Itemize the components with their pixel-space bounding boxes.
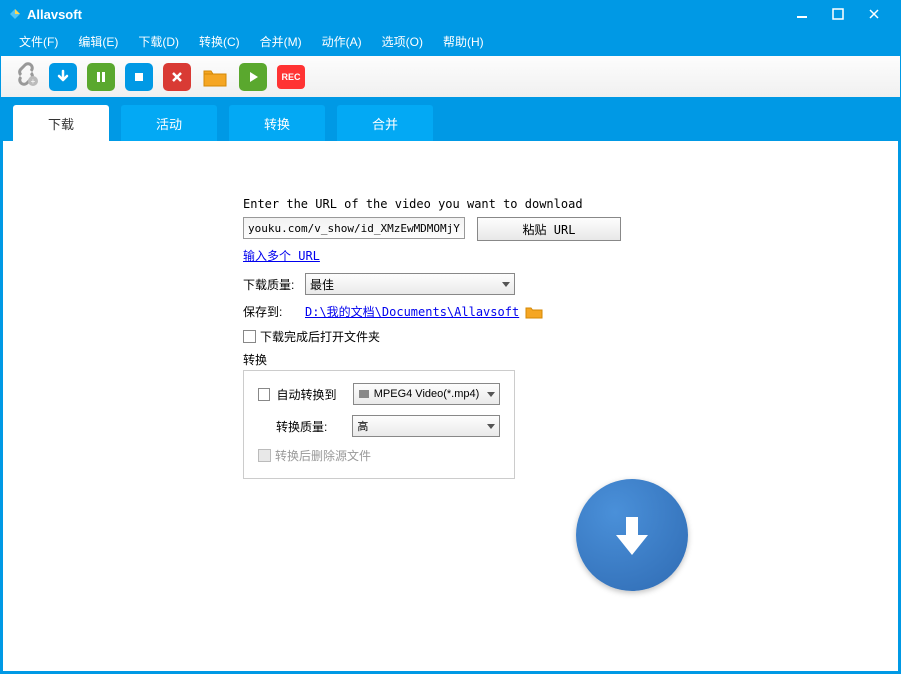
link-icon[interactable]: + [13,61,39,92]
toolbar: + REC [1,55,900,99]
paste-url-button[interactable]: 粘贴 URL [477,217,621,241]
menu-edit[interactable]: 编辑(E) [68,33,128,50]
big-download-button[interactable] [576,479,688,591]
convert-quality-label: 转换质量: [276,418,352,435]
download-arrow-icon [604,507,660,563]
url-prompt: Enter the URL of the video you want to d… [243,197,783,211]
auto-convert-label: 自动转换到 [276,386,352,403]
tab-merge[interactable]: 合并 [337,105,433,141]
chevron-down-icon [502,282,510,287]
video-file-icon [358,389,370,399]
delete-source-label: 转换后删除源文件 [275,447,371,464]
convert-quality-select[interactable]: 高 [352,415,500,437]
content-area: Enter the URL of the video you want to d… [1,141,900,673]
chevron-down-icon [487,424,495,429]
menu-help[interactable]: 帮助(H) [433,33,494,50]
menu-download[interactable]: 下载(D) [128,33,189,50]
menu-convert[interactable]: 转换(C) [189,33,250,50]
convert-quality-value: 高 [357,418,368,434]
svg-text:+: + [31,77,36,86]
delete-icon[interactable] [163,63,191,91]
menu-action[interactable]: 动作(A) [312,33,372,50]
delete-source-checkbox [258,449,271,462]
maximize-button[interactable] [820,1,856,27]
convert-group-label: 转换 [243,351,783,368]
tab-download[interactable]: 下载 [13,105,109,141]
auto-convert-checkbox[interactable] [258,388,270,401]
quality-label: 下载质量: [243,276,305,293]
menu-file[interactable]: 文件(F) [9,33,68,50]
multi-url-link[interactable]: 输入多个 URL [243,249,320,263]
quality-select[interactable]: 最佳 [305,273,515,295]
folder-icon[interactable] [201,63,229,91]
chevron-down-icon [487,392,495,397]
pause-icon[interactable] [87,63,115,91]
tabbar: 下载 活动 转换 合并 [1,99,900,141]
save-to-label: 保存到: [243,303,305,320]
save-to-path[interactable]: D:\我的文档\Documents\Allavsoft [305,303,519,320]
browse-folder-icon[interactable] [525,305,543,319]
menu-options[interactable]: 选项(O) [372,33,433,50]
titlebar: Allavsoft [1,1,900,27]
url-input[interactable] [243,217,465,239]
close-button[interactable] [856,1,892,27]
window-title: Allavsoft [27,7,784,22]
minimize-button[interactable] [784,1,820,27]
record-button[interactable]: REC [277,65,305,89]
menu-merge[interactable]: 合并(M) [250,33,312,50]
play-icon[interactable] [239,63,267,91]
menubar: 文件(F) 编辑(E) 下载(D) 转换(C) 合并(M) 动作(A) 选项(O… [1,27,900,55]
format-value: MPEG4 Video(*.mp4) [374,388,480,400]
quality-value: 最佳 [310,276,334,293]
tab-convert[interactable]: 转换 [229,105,325,141]
convert-group: 自动转换到 MPEG4 Video(*.mp4) 转换质量: 高 转换后删除源 [243,370,515,479]
stop-icon[interactable] [125,63,153,91]
tab-activity[interactable]: 活动 [121,105,217,141]
format-select[interactable]: MPEG4 Video(*.mp4) [353,383,500,405]
app-logo-icon [9,8,21,20]
open-after-label: 下载完成后打开文件夹 [260,328,380,345]
open-after-checkbox[interactable] [243,330,256,343]
download-icon[interactable] [49,63,77,91]
